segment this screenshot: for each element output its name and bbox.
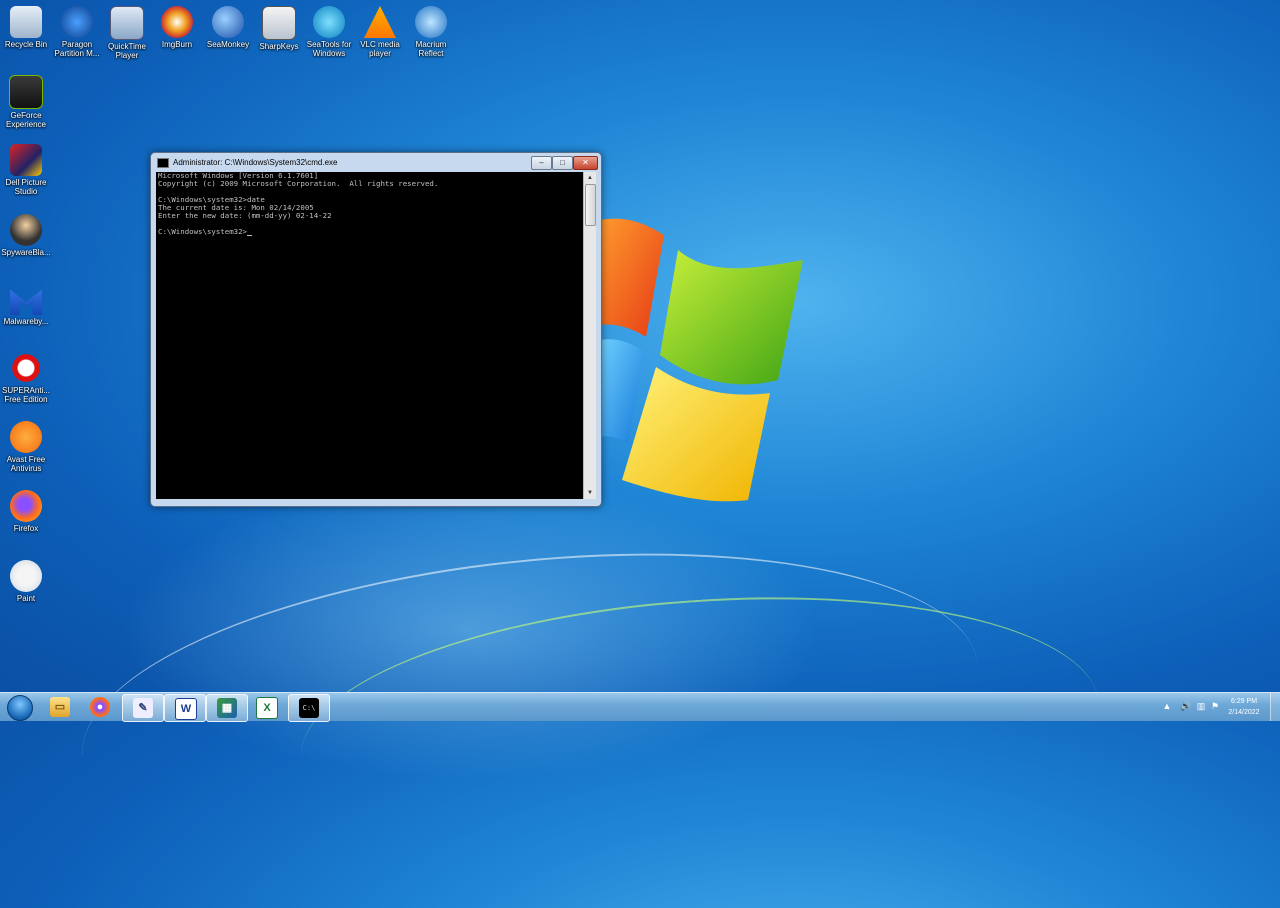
action-center-flag-icon[interactable]: ⚑ — [1210, 701, 1220, 711]
paragon-partition-icon[interactable]: Paragon Partition M... — [51, 6, 103, 58]
volume-icon[interactable]: 🔊 — [1180, 701, 1191, 711]
taskbar-control-panel[interactable]: ▦ — [206, 694, 248, 722]
taskbar: ▭ ● ✎ W ▦ X C:\ ▲ 🔊 ▥ ⚑ 6:29 PM 2/14/202… — [0, 692, 1280, 722]
taskbar-word[interactable]: W — [164, 694, 206, 722]
macrium-reflect-icon[interactable]: Macrium Reflect — [405, 6, 457, 58]
windows-orb-icon — [7, 695, 33, 721]
vertical-scrollbar[interactable]: ▲ ▼ — [583, 172, 596, 499]
console-line: Enter the new date: (mm-dd-yy) 02-14-22 — [158, 211, 332, 220]
folder-icon: ▭ — [50, 697, 70, 717]
vlc-icon[interactable]: VLC media player — [354, 6, 406, 58]
cmd-title: Administrator: C:\Windows\System32\cmd.e… — [173, 158, 338, 167]
sharpkeys-icon[interactable]: SharpKeys — [253, 6, 305, 51]
maximize-button[interactable]: □ — [552, 156, 573, 170]
paint-icon[interactable]: Paint — [0, 560, 52, 603]
show-hidden-icons-icon[interactable]: ▲ — [1162, 701, 1172, 711]
geforce-experience-icon[interactable]: GeForce Experience — [0, 75, 52, 129]
control-panel-icon: ▦ — [217, 698, 237, 718]
network-icon[interactable]: ▥ — [1196, 701, 1206, 711]
taskbar-cmd[interactable]: C:\ — [288, 694, 330, 722]
scroll-up-icon[interactable]: ▲ — [584, 172, 596, 184]
clock-time: 6:29 PM — [1230, 698, 1258, 705]
windows-logo — [600, 218, 803, 502]
minimize-button[interactable]: – — [531, 156, 552, 170]
start-button[interactable] — [2, 693, 36, 721]
scroll-thumb[interactable] — [585, 184, 596, 226]
cmd-icon — [157, 157, 169, 168]
dell-picture-studio-icon[interactable]: Dell Picture Studio — [0, 144, 52, 196]
console-line: Copyright (c) 2009 Microsoft Corporation… — [158, 179, 439, 188]
text-cursor — [247, 228, 252, 236]
close-button[interactable]: ✕ — [573, 156, 598, 170]
seatools-icon[interactable]: SeaTools for Windows — [303, 6, 355, 58]
console-output[interactable]: Microsoft Windows [Version 6.1.7601] Copy… — [156, 172, 587, 499]
recycle-bin-icon[interactable]: Recycle Bin — [0, 6, 52, 49]
paint-icon: ✎ — [133, 698, 153, 718]
quicktime-player-icon[interactable]: QuickTime Player — [101, 6, 153, 60]
clock-date: 2/14/2022 — [1228, 709, 1260, 716]
superantispyware-icon[interactable]: SUPERAnti... Free Edition — [0, 352, 52, 404]
malwarebytes-icon[interactable]: Malwareby... — [0, 283, 52, 326]
console-prompt-line: C:\Windows\system32> — [158, 228, 585, 236]
cmd-icon: C:\ — [299, 698, 319, 718]
taskbar-paint[interactable]: ✎ — [122, 694, 164, 722]
seamonkey-icon[interactable]: SeaMonkey — [202, 6, 254, 49]
spywareblaster-icon[interactable]: SpywareBla... — [0, 214, 52, 257]
taskbar-firefox[interactable]: ● — [80, 694, 120, 720]
imgburn-icon[interactable]: ImgBurn — [151, 6, 203, 49]
firefox-icon: ● — [90, 697, 110, 717]
cmd-window[interactable]: Administrator: C:\Windows\System32\cmd.e… — [150, 152, 602, 507]
word-icon: W — [175, 698, 197, 720]
clock[interactable]: 6:29 PM 2/14/2022 — [1222, 696, 1266, 718]
show-desktop-button[interactable] — [1270, 693, 1280, 721]
firefox-icon[interactable]: Firefox — [0, 490, 52, 533]
scroll-down-icon[interactable]: ▼ — [584, 487, 596, 499]
console-prompt: C:\Windows\system32> — [158, 227, 247, 236]
avast-icon[interactable]: Avast Free Antivirus — [0, 421, 52, 473]
excel-icon: X — [256, 697, 278, 719]
taskbar-explorer[interactable]: ▭ — [40, 694, 80, 720]
taskbar-excel[interactable]: X — [246, 694, 286, 720]
